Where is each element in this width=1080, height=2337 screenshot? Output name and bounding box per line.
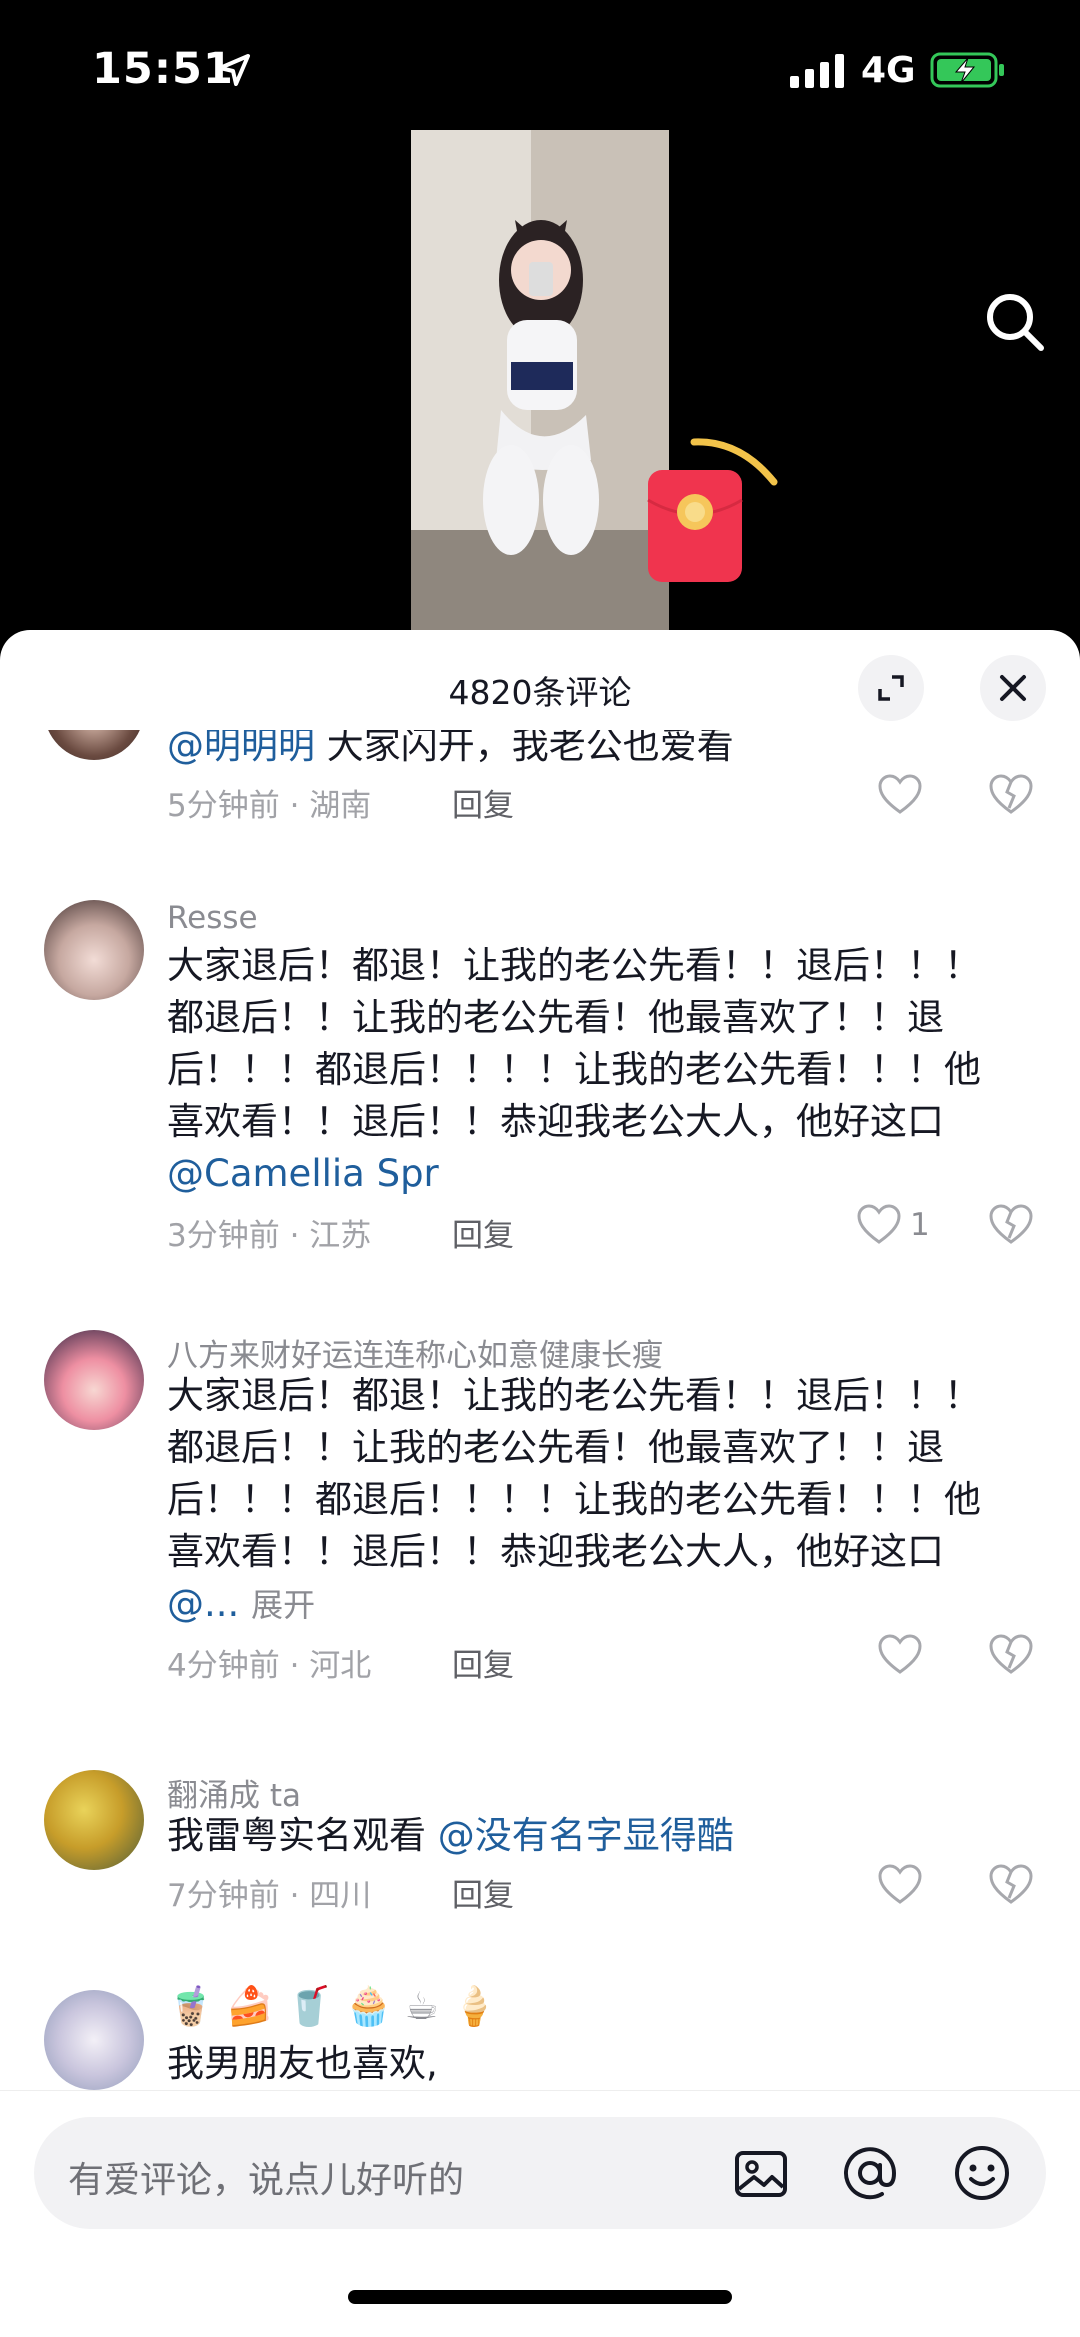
expand-button[interactable]: [858, 655, 924, 721]
dislike-button[interactable]: [988, 1204, 1034, 1250]
home-indicator[interactable]: [348, 2290, 732, 2304]
list-item: @明明明 大家闪开，我老公也爱看 5分钟前 · 湖南 回复: [0, 730, 1080, 850]
comment-text: 我雷粤实名观看 @没有名字显得酷: [167, 1810, 1017, 1862]
broken-heart-icon: [989, 774, 1033, 814]
comment-author[interactable]: Resse: [167, 900, 258, 936]
comment-meta: 5分钟前 · 湖南: [167, 788, 372, 824]
avatar[interactable]: [44, 900, 144, 1000]
network-type: 4G: [861, 50, 916, 91]
signal-icon: [790, 54, 844, 88]
at-icon[interactable]: [840, 2143, 900, 2203]
avatar[interactable]: [44, 1770, 144, 1870]
heart-icon: [878, 1634, 922, 1674]
dislike-button[interactable]: [988, 774, 1034, 820]
like-button[interactable]: [877, 1864, 923, 1906]
comments-list[interactable]: @明明明 大家闪开，我老公也爱看 5分钟前 · 湖南 回复 Resse 大家退后…: [0, 730, 1080, 2090]
image-icon[interactable]: [732, 2145, 790, 2203]
expand-icon: [878, 675, 904, 701]
comment-text: @明明明 大家闪开，我老公也爱看: [167, 730, 1017, 772]
comment-input-bar: 有爱评论，说点儿好听的: [0, 2090, 1080, 2337]
video-figure-illustration: [411, 130, 669, 630]
dislike-button[interactable]: [988, 1864, 1034, 1910]
close-button[interactable]: [980, 655, 1046, 721]
comment-input-placeholder: 有爱评论，说点儿好听的: [68, 2160, 465, 2201]
like-button[interactable]: 1: [856, 1204, 930, 1246]
reply-button[interactable]: 回复: [452, 780, 514, 825]
comment-body: 大家闪开，我老公也爱看: [315, 730, 734, 767]
close-icon: [1000, 675, 1026, 701]
location-arrow-icon: [218, 54, 250, 86]
reply-button[interactable]: 回复: [452, 1870, 514, 1915]
list-item: 八方来财好运连连称心如意健康长瘦 大家退后！都退！让我的老公先看！！退后！！！都…: [0, 1330, 1080, 1730]
status-bar: 15:51 4G: [0, 0, 1080, 140]
reply-button[interactable]: 回复: [452, 1210, 514, 1255]
comment-body: 我雷粤实名观看: [167, 1814, 438, 1857]
comment-text: 大家退后！都退！让我的老公先看！！退后！！！都退后！！让我的老公先看！他最喜欢了…: [167, 1370, 1017, 1631]
like-count: 1: [910, 1207, 930, 1243]
heart-icon: [878, 774, 922, 814]
comment-meta: 4分钟前 · 河北: [167, 1648, 372, 1684]
heart-icon: [857, 1204, 901, 1244]
broken-heart-icon: [989, 1864, 1033, 1904]
comment-body: 大家退后！都退！让我的老公先看！！退后！！！都退后！！让我的老公先看！他最喜欢了…: [167, 1374, 981, 1573]
comment-mention[interactable]: @明明明: [167, 730, 315, 767]
heart-icon: [878, 1864, 922, 1904]
comment-input[interactable]: 有爱评论，说点儿好听的: [34, 2117, 1046, 2229]
comments-sheet: 4820条评论 @明明明 大家闪开，我老公也爱看 5分钟前 · 湖南 回复 Re…: [0, 630, 1080, 2337]
list-item: 🧋 🍰 🥤 🧁 ☕ 🍦 我男朋友也喜欢,: [0, 1984, 1080, 2090]
comment-text: 大家退后！都退！让我的老公先看！！退后！！！都退后！！让我的老公先看！他最喜欢了…: [167, 940, 1017, 1200]
broken-heart-icon: [989, 1634, 1033, 1674]
reply-button[interactable]: 回复: [452, 1640, 514, 1685]
comment-meta: 3分钟前 · 江苏: [167, 1218, 372, 1254]
expand-text-button[interactable]: 展开: [251, 1586, 315, 1624]
search-icon[interactable]: [983, 290, 1047, 354]
smile-icon[interactable]: [952, 2143, 1012, 2203]
video-thumbnail[interactable]: [411, 130, 669, 630]
status-time: 15:51: [92, 44, 234, 94]
comment-mention[interactable]: @...: [167, 1582, 239, 1625]
comment-author[interactable]: 翻涌成 ta: [167, 1770, 301, 1815]
video-area[interactable]: [0, 130, 1080, 640]
comment-body: 大家退后！都退！让我的老公先看！！退后！！！都退后！！让我的老公先看！他最喜欢了…: [167, 944, 981, 1143]
broken-heart-icon: [989, 1204, 1033, 1244]
comment-text: 我男朋友也喜欢,: [167, 2038, 1017, 2090]
avatar[interactable]: [44, 1330, 144, 1430]
dislike-button[interactable]: [988, 1634, 1034, 1680]
like-button[interactable]: [877, 1634, 923, 1676]
comment-mention[interactable]: @Camellia Spr: [167, 1152, 439, 1195]
like-button[interactable]: [877, 774, 923, 816]
list-item: 翻涌成 ta 我雷粤实名观看 @没有名字显得酷 7分钟前 · 四川 回复: [0, 1770, 1080, 1950]
comment-body: 我男朋友也喜欢,: [167, 2042, 438, 2085]
comment-meta: 7分钟前 · 四川: [167, 1878, 372, 1914]
avatar[interactable]: [44, 1990, 144, 2090]
list-item: Resse 大家退后！都退！让我的老公先看！！退后！！！都退后！！让我的老公先看…: [0, 900, 1080, 1300]
comment-mention[interactable]: @没有名字显得酷: [438, 1814, 734, 1857]
comment-author-emojis[interactable]: 🧋 🍰 🥤 🧁 ☕ 🍦: [167, 1984, 498, 2029]
red-packet-icon[interactable]: [640, 430, 790, 590]
comment-author[interactable]: 八方来财好运连连称心如意健康长瘦: [167, 1330, 663, 1375]
battery-charging-icon: [930, 52, 1004, 88]
avatar[interactable]: [44, 730, 144, 760]
